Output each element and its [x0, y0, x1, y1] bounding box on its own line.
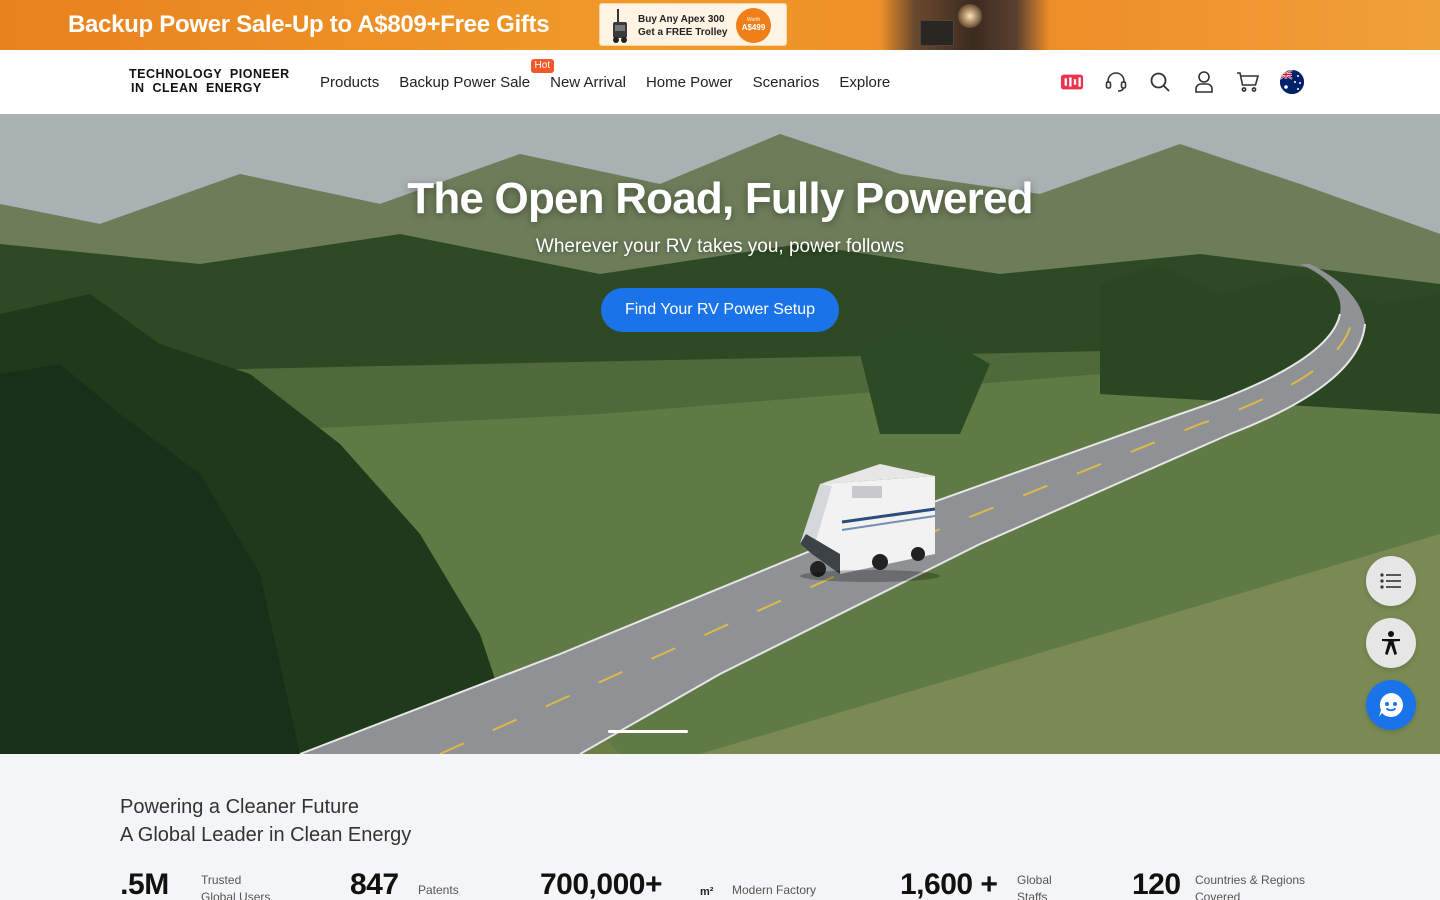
headset-icon[interactable] — [1104, 68, 1128, 96]
hero-title: The Open Road, Fully Powered — [407, 174, 1033, 223]
about-section: Powering a Cleaner Future A Global Leade… — [0, 754, 1440, 900]
hero-banner[interactable]: The Open Road, Fully Powered Wherever yo… — [0, 114, 1440, 754]
stat-patents: 847 Patents — [350, 868, 459, 900]
user-icon[interactable] — [1192, 68, 1216, 96]
trolley-product-icon — [613, 9, 627, 43]
stat-countries: 120 Countries & Regions Covered — [1132, 868, 1305, 900]
australia-flag-icon[interactable] — [1280, 68, 1304, 96]
stat-label: Patents — [418, 883, 459, 897]
power-station-image — [920, 20, 954, 46]
nav-item-backup-power-sale[interactable]: Backup Power Sale Hot — [399, 58, 555, 91]
promo-text: Backup Power Sale-Up to A$809+Free Gifts — [68, 11, 550, 38]
brand-logo[interactable]: TECHNOLOGY PIONEER IN CLEAN ENERGY — [129, 67, 290, 95]
stat-users: 3.5M TrustedGlobal Users — [120, 868, 270, 900]
stat-staff: 1,600 + Global Staffs — [900, 868, 1052, 900]
nav-item-new-arrival[interactable]: New Arrival — [550, 74, 626, 91]
chat-button[interactable] — [1366, 680, 1416, 730]
stat-label: Countries & Regions Covered — [1195, 873, 1306, 900]
hot-badge: Hot — [530, 58, 555, 73]
about-heading-2: A Global Leader in Clean Energy — [120, 824, 412, 846]
accessibility-button[interactable] — [1366, 618, 1416, 668]
find-rv-power-setup-button[interactable]: Find Your RV Power Setup — [601, 288, 839, 332]
stat-label: Trusted Global Users — [201, 873, 271, 900]
stat-value: 120 — [1132, 868, 1181, 900]
stat-label: Global Staffs — [1017, 873, 1052, 900]
stat-value: 1,600 + — [900, 868, 998, 900]
nav-item-explore[interactable]: Explore — [839, 74, 890, 91]
list-menu-button[interactable] — [1366, 556, 1416, 606]
offer-line-2: Get a FREE Trolley — [638, 27, 728, 38]
nav-item-label: Backup Power Sale — [399, 73, 531, 91]
stat-value: 847 — [350, 868, 399, 900]
lamp-glow — [958, 4, 982, 28]
about-heading-1: Powering a Cleaner Future — [120, 796, 360, 818]
promo-offer-card[interactable]: Buy Any Apex 300 Get a FREE Trolley Wort… — [599, 3, 787, 46]
main-navigation: TECHNOLOGY PIONEER IN CLEAN ENERGY Produ… — [0, 50, 1440, 114]
logo-line-1: TECHNOLOGY PIONEER — [129, 67, 290, 81]
promo-banner[interactable]: Backup Power Sale-Up to A$809+Free Gifts… — [0, 0, 1440, 50]
worth-badge: Worth A$499 — [736, 8, 771, 43]
nav-item-home-power[interactable]: Home Power — [646, 74, 733, 91]
accessibility-icon — [1382, 631, 1400, 655]
worth-value: A$499 — [741, 23, 766, 32]
nav-item-scenarios[interactable]: Scenarios — [753, 74, 820, 91]
stats-strip: 3.5M TrustedGlobal Users 847 Patents 700… — [120, 864, 1320, 900]
stat-unit: m² — [700, 886, 714, 898]
stat-value: 700,000+ — [540, 868, 662, 900]
offer-line-1: Buy Any Apex 300 — [638, 14, 725, 25]
nav-icons — [1060, 68, 1304, 96]
nav-menu: Products Backup Power Sale Hot New Arriv… — [320, 50, 890, 114]
cart-icon[interactable] — [1236, 68, 1260, 96]
stat-label: Modern Factory — [732, 883, 817, 897]
chat-bot-icon — [1379, 693, 1403, 717]
stat-value: 3.5M — [120, 868, 169, 900]
nav-item-products[interactable]: Products — [320, 74, 379, 91]
promo-lifestyle-image — [880, 0, 1050, 50]
logo-line-2: IN CLEAN ENERGY — [131, 81, 262, 95]
hero-subtitle: Wherever your RV takes you, power follow… — [535, 236, 905, 257]
stat-factory: 700,000+ m² Modern Factory — [540, 868, 816, 900]
carousel-indicator[interactable] — [608, 730, 688, 733]
list-icon — [1380, 573, 1401, 589]
search-icon[interactable] — [1148, 68, 1172, 96]
video-icon[interactable] — [1060, 68, 1084, 96]
